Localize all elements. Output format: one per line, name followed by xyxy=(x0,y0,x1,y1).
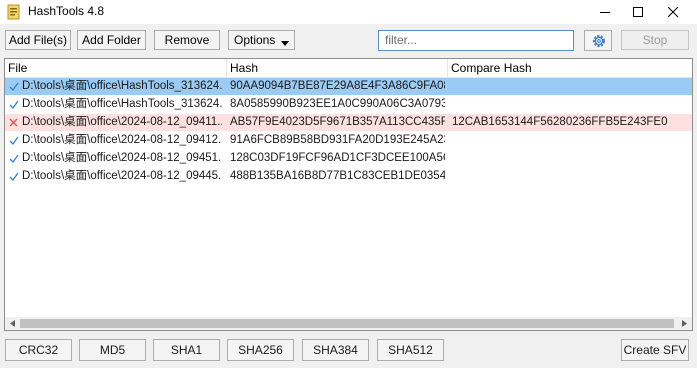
settings-button[interactable] xyxy=(584,30,612,51)
check-icon xyxy=(9,78,21,95)
hash-crc32-button[interactable]: CRC32 xyxy=(5,339,72,361)
check-icon xyxy=(9,150,21,167)
create-sfv-button[interactable]: Create SFV xyxy=(621,339,689,361)
hash-cell: 8A0585990B923EE1A0C990A06C3A07934... xyxy=(230,98,445,110)
hash-cell: 488B135BA16B8D77B1C83CEB1DE035422... xyxy=(230,170,445,182)
compare-hash-cell xyxy=(452,132,687,149)
hash-cell: 91A6FCB89B58BD931FA20D193E245A239... xyxy=(230,134,445,146)
table-row[interactable]: D:\tools\桌面\office\2024-08-12_09445... 48… xyxy=(5,168,692,185)
add-folder-button[interactable]: Add Folder xyxy=(77,30,146,50)
list-header: File Hash Compare Hash xyxy=(5,59,692,78)
scrollbar-thumb[interactable] xyxy=(20,319,674,328)
options-label: Options xyxy=(234,33,276,47)
add-files-button[interactable]: Add File(s) xyxy=(5,30,71,50)
file-path-cell: D:\tools\桌面\office\HashTools_313624... xyxy=(22,98,222,110)
file-path-cell: D:\tools\桌面\office\2024-08-12_09411... xyxy=(22,116,222,128)
table-row[interactable]: D:\tools\桌面\office\2024-08-12_09411... AB… xyxy=(5,114,692,131)
hash-md5-button[interactable]: MD5 xyxy=(79,339,146,361)
compare-hash-cell xyxy=(452,168,687,185)
filter-input[interactable]: filter... xyxy=(378,30,574,51)
x-icon xyxy=(9,114,21,131)
compare-hash-cell xyxy=(452,150,687,167)
hash-sha1-button[interactable]: SHA1 xyxy=(153,339,220,361)
window-title: HashTools 4.8 xyxy=(28,4,105,18)
minimize-button[interactable] xyxy=(588,0,622,24)
scroll-left-icon[interactable] xyxy=(6,317,19,330)
stop-button[interactable]: Stop xyxy=(621,30,689,50)
hash-cell: 90AA9094B7BE87E29A8E4F3A86C9FA088... xyxy=(230,80,445,92)
table-row[interactable]: D:\tools\桌面\office\HashTools_313624... 90… xyxy=(5,78,692,95)
horizontal-scrollbar[interactable] xyxy=(5,317,692,330)
column-header-compare-hash[interactable]: Compare Hash xyxy=(448,59,692,78)
compare-hash-cell xyxy=(452,96,687,113)
maximize-button[interactable] xyxy=(621,0,655,24)
file-list[interactable]: File Hash Compare Hash D:\tools\桌面\offic… xyxy=(4,58,693,331)
file-path-cell: D:\tools\桌面\office\2024-08-12_09412... xyxy=(22,134,222,146)
hash-app-icon xyxy=(6,4,22,20)
file-path-cell: D:\tools\桌面\office\2024-08-12_09451... xyxy=(22,152,222,164)
remove-button[interactable]: Remove xyxy=(154,30,220,50)
hash-cell: 128C03DF19FCF96AD1CF3DCEE100A5C1F... xyxy=(230,152,445,164)
table-row[interactable]: D:\tools\桌面\office\2024-08-12_09412... 91… xyxy=(5,132,692,149)
table-row[interactable]: D:\tools\桌面\office\2024-08-12_09451... 12… xyxy=(5,150,692,167)
close-button[interactable] xyxy=(656,0,690,24)
check-icon xyxy=(9,96,21,113)
hash-cell: AB57F9E4023D5F9671B357A113CC435FFA... xyxy=(230,116,445,128)
chevron-down-icon xyxy=(281,36,289,50)
file-path-cell: D:\tools\桌面\office\HashTools_313624... xyxy=(22,80,222,92)
title-bar: HashTools 4.8 xyxy=(0,0,697,24)
compare-hash-cell: 12CAB1653144F56280236FFB5E243FE0 xyxy=(452,116,668,128)
compare-hash-cell xyxy=(452,78,687,95)
file-path-cell: D:\tools\桌面\office\2024-08-12_09445... xyxy=(22,170,222,182)
check-icon xyxy=(9,132,21,149)
scroll-right-icon[interactable] xyxy=(678,317,691,330)
hash-sha256-button[interactable]: SHA256 xyxy=(227,339,294,361)
hash-sha384-button[interactable]: SHA384 xyxy=(302,339,369,361)
column-header-hash[interactable]: Hash xyxy=(227,59,448,78)
column-header-file[interactable]: File xyxy=(5,59,227,78)
options-dropdown[interactable]: Options xyxy=(228,30,295,50)
table-row[interactable]: D:\tools\桌面\office\HashTools_313624... 8A… xyxy=(5,96,692,113)
hash-sha512-button[interactable]: SHA512 xyxy=(377,339,444,361)
check-icon xyxy=(9,168,21,185)
